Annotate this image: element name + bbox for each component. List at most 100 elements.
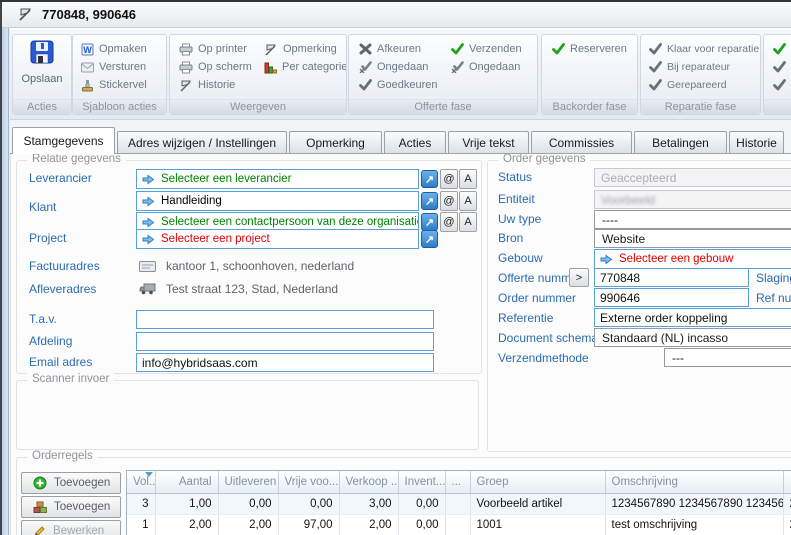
column-header-vrije-voorraad[interactable]: Vrije voo...	[278, 471, 339, 493]
ribbon-item-versturen[interactable]: Versturen	[81, 59, 146, 75]
address-a-button[interactable]: A	[459, 191, 477, 211]
tav-input[interactable]	[136, 310, 434, 329]
ribbon-item-klaar-voor-reparatie[interactable]: Klaar voor reparatie	[649, 41, 759, 57]
table-row[interactable]: 1 2,00 2,00 97,00 2,00 0,00 1001 test om…	[127, 514, 791, 535]
cell-uitleveren: 2,00	[218, 514, 278, 535]
tab-historie[interactable]: Historie	[729, 131, 784, 153]
project-combo[interactable]: Selecteer een project	[136, 229, 419, 249]
gebouw-label: Gebouw	[498, 251, 543, 265]
klant-value: Handleiding	[161, 195, 222, 207]
open-project-button[interactable]: ↗	[421, 230, 438, 248]
sort-descending-icon	[145, 472, 153, 477]
ribbon-item-label: Gerepareerd	[667, 79, 727, 91]
address-a-button[interactable]: A	[459, 169, 477, 189]
table-row[interactable]: 3 1,00 0,00 0,00 3,00 0,00 Voorbeeld art…	[127, 493, 791, 514]
document-schema-dropdown[interactable]: Standaard (NL) incasso	[594, 328, 791, 347]
ribbon-item-gerepareerd[interactable]: Gerepareerd	[649, 77, 727, 93]
tab-strip: Stamgegevens Adres wijzigen / Instelling…	[10, 120, 791, 154]
email-at-button[interactable]: @	[440, 169, 458, 189]
cell-volgorde: 3	[127, 493, 155, 514]
open-leverancier-button[interactable]: ↗	[421, 170, 438, 188]
table-header-row: Vol... Aantal Uitleveren Vrije voo... Ve…	[127, 471, 791, 493]
tab-acties[interactable]: Acties	[384, 131, 446, 153]
column-header-more[interactable]: ...	[445, 471, 470, 493]
cell-groep: 1001	[470, 514, 605, 535]
save-button[interactable]: Opslaan	[13, 39, 71, 85]
ribbon-item-op-printer[interactable]: Op printer	[179, 41, 247, 57]
ribbon-item-opmerking[interactable]: Opmerking	[264, 41, 337, 57]
order-nummer-input[interactable]: 990646	[594, 288, 749, 307]
ribbon-item-goedkeuren[interactable]: Goedkeuren	[359, 77, 438, 93]
bricks-icon	[33, 501, 47, 514]
ribbon-item-partial-3[interactable]	[773, 77, 786, 93]
column-header-aantal[interactable]: Aantal	[155, 471, 218, 493]
ribbon-group-caption: Offerte fase	[349, 99, 537, 114]
check-gray-icon	[649, 43, 662, 55]
email-at-button[interactable]: @	[440, 191, 458, 211]
bewerken-button[interactable]: Bewerken	[21, 520, 121, 535]
tab-betalingen[interactable]: Betalingen	[634, 131, 727, 153]
tab-commissies[interactable]: Commissies	[531, 131, 632, 153]
letter-card-icon	[139, 261, 156, 272]
ribbon-item-stickervel[interactable]: Stickervel	[81, 77, 147, 93]
tab-opmerking[interactable]: Opmerking	[289, 131, 382, 153]
tab-vrije-tekst[interactable]: Vrije tekst	[448, 131, 529, 153]
ref-nummer-label: Ref num	[756, 291, 791, 305]
window-titlebar[interactable]: 770848, 990646	[2, 2, 791, 28]
factuuradres-label: Factuuradres	[29, 259, 100, 273]
project-label: Project	[29, 231, 66, 245]
cell-more	[445, 493, 470, 514]
ribbon-item-label: Historie	[198, 79, 235, 91]
ribbon-item-historie[interactable]: Historie	[179, 77, 235, 93]
ribbon-item-verzenden[interactable]: Verzenden	[451, 41, 522, 57]
ribbon-item-ongedaan-verzenden[interactable]: Ongedaan	[451, 59, 520, 75]
ribbon-group-sjabloon-acties: W Opmaken Versturen Stickervel Sjabloon …	[72, 34, 167, 115]
ribbon-item-opmaken[interactable]: W Opmaken	[81, 41, 147, 57]
column-header-omschrijving[interactable]: Omschrijving	[605, 471, 783, 493]
cell-verkoop: 3,00	[339, 493, 398, 514]
column-header-volgorde[interactable]: Vol...	[127, 471, 155, 493]
ribbon-item-partial-1[interactable]	[773, 41, 786, 57]
klant-combo[interactable]: Handleiding	[136, 191, 419, 211]
address-a-button[interactable]: A	[459, 212, 477, 232]
floppy-disk-icon	[29, 39, 55, 65]
arrow-right-icon	[600, 254, 613, 265]
ribbon-group-caption: Acties	[13, 99, 71, 114]
toevoegen-artikel-button[interactable]: Toevoegen	[21, 496, 121, 518]
offerte-nummer-input[interactable]: 770848	[594, 268, 749, 287]
ribbon-group-caption: Backorder fase	[542, 99, 637, 114]
bron-dropdown[interactable]: Website	[594, 229, 791, 248]
ribbon-item-bij-reparateur[interactable]: Bij reparateur	[649, 59, 730, 75]
ribbon-item-per-categorie[interactable]: Per categorie	[264, 59, 347, 75]
open-klant-button[interactable]: ↗	[421, 192, 438, 210]
tab-adres-wijzigen-instellingen[interactable]: Adres wijzigen / Instellingen	[117, 131, 287, 153]
ribbon-item-label: Op scherm	[198, 61, 252, 73]
ribbon-item-label: Per categorie	[282, 61, 347, 73]
column-header-groep[interactable]: Groep	[470, 471, 605, 493]
column-header-cut[interactable]	[783, 471, 791, 493]
ribbon-item-partial-2[interactable]	[773, 59, 786, 75]
referentie-input[interactable]: Externe order koppeling	[594, 308, 791, 327]
uw-type-label: Uw type	[498, 212, 541, 226]
email-adres-input[interactable]: info@hybridsaas.com	[136, 353, 434, 372]
uw-type-dropdown[interactable]: ----	[594, 210, 791, 229]
leverancier-combo[interactable]: Selecteer een leverancier	[136, 169, 419, 189]
printer-icon	[179, 61, 193, 74]
open-contactpersoon-button[interactable]: ↗	[421, 213, 438, 231]
afdeling-input[interactable]	[136, 332, 434, 351]
column-header-verkoop[interactable]: Verkoop ...	[339, 471, 398, 493]
tab-stamgegevens[interactable]: Stamgegevens	[12, 127, 115, 154]
ribbon-item-afkeuren[interactable]: Afkeuren	[359, 41, 421, 57]
ribbon-item-ongedaan-afkeuren[interactable]: Ongedaan	[359, 59, 428, 75]
groupbox-scanner-invoer: Scanner invoer	[16, 380, 479, 450]
email-at-button[interactable]: @	[440, 212, 458, 232]
ribbon-item-op-scherm[interactable]: Op scherm	[179, 59, 252, 75]
gebouw-combo[interactable]: Selecteer een gebouw	[594, 249, 791, 269]
column-header-inventaris[interactable]: Invent...	[398, 471, 445, 493]
ribbon-item-reserveren[interactable]: Reserveren	[552, 41, 627, 57]
column-header-uitleveren[interactable]: Uitleveren	[218, 471, 278, 493]
toevoegen-button[interactable]: Toevoegen	[21, 472, 121, 494]
verzendmethode-dropdown[interactable]: ---	[664, 348, 791, 367]
offerte-nummer-expand-button[interactable]: >	[569, 268, 589, 287]
cell-cut: 2	[783, 514, 791, 535]
